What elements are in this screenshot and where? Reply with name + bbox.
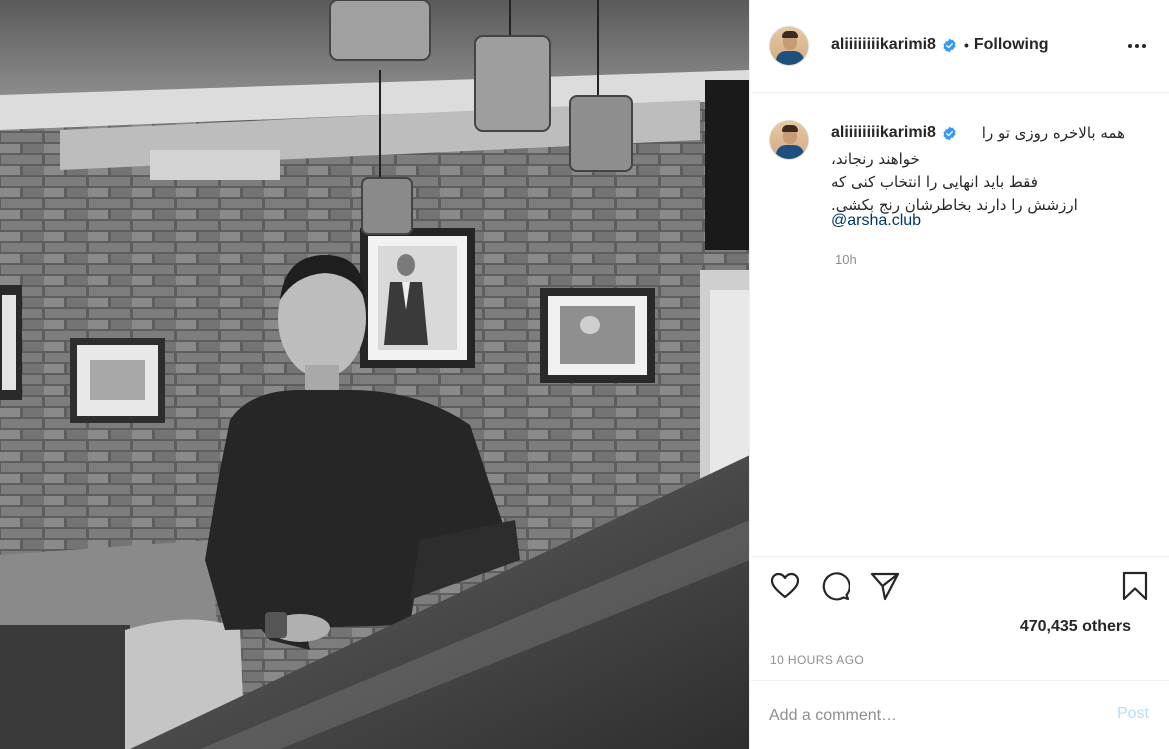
separator-dot: • <box>963 37 969 53</box>
comment-bubble-icon[interactable] <box>820 571 850 601</box>
post-side-panel: aliiiiiiiikarimi8 • Following aliiiiiiii… <box>751 0 1169 749</box>
comment-form: Post <box>751 680 1169 749</box>
caption-username[interactable]: aliiiiiiiikarimi8 <box>831 124 936 142</box>
author-username[interactable]: aliiiiiiiikarimi8 <box>831 36 936 54</box>
caption-body: خواهند رنجاند، فقط باید انهایی را انتخاب… <box>831 148 1131 217</box>
post-comment-button[interactable]: Post <box>1117 705 1149 723</box>
post-photo[interactable] <box>0 0 750 749</box>
caption-timestamp[interactable]: 10h <box>835 252 857 267</box>
following-button[interactable]: Following <box>974 36 1049 54</box>
author-avatar[interactable] <box>769 26 809 66</box>
caption-user-row: aliiiiiiiikarimi8 <box>831 124 957 142</box>
post-photo-image <box>0 0 749 749</box>
caption-line-2: خواهند رنجاند، <box>831 150 920 168</box>
bookmark-icon[interactable] <box>1120 571 1150 601</box>
paper-plane-icon[interactable] <box>870 571 900 601</box>
post-header: aliiiiiiiikarimi8 • Following <box>751 0 1169 93</box>
post-timestamp[interactable]: 10 HOURS AGO <box>770 653 864 667</box>
caption-line-3: فقط باید انهایی را انتخاب کنی که <box>831 173 1038 191</box>
heart-icon[interactable] <box>770 571 800 601</box>
caption-avatar[interactable] <box>769 120 809 160</box>
likes-count[interactable]: 470,435 others <box>1020 618 1131 636</box>
caption-section: aliiiiiiiikarimi8 همه بالاخره روزی تو را… <box>751 94 1169 555</box>
more-options-icon[interactable] <box>1127 36 1147 56</box>
caption-mention-link[interactable]: @arsha.club <box>831 212 921 230</box>
comment-input[interactable] <box>769 703 1069 729</box>
verified-badge-icon <box>943 126 956 140</box>
post-actions: 470,435 others 10 HOURS AGO <box>751 556 1169 679</box>
header-user-row: aliiiiiiiikarimi8 • Following <box>831 36 1049 54</box>
caption-line-1: همه بالاخره روزی تو را <box>981 124 1125 142</box>
verified-badge-icon <box>943 38 956 52</box>
